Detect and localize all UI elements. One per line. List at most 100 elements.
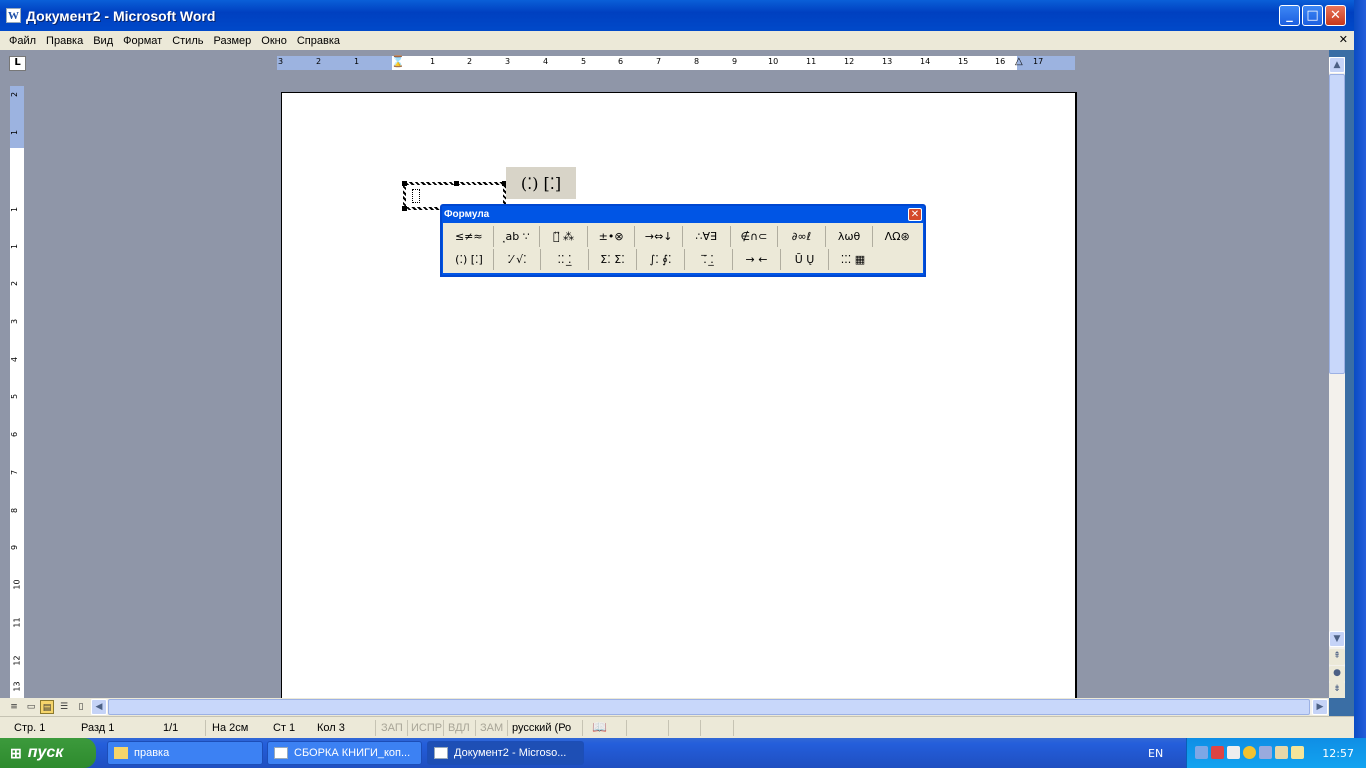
status-record[interactable]: ЗАП bbox=[381, 722, 403, 734]
indent-marker-icon[interactable]: ⌛ bbox=[391, 55, 405, 68]
fence-templates-button[interactable]: (⁚) [⁚] bbox=[445, 249, 494, 270]
status-overtype[interactable]: ЗАМ bbox=[480, 722, 503, 734]
maximize-button[interactable]: □ bbox=[1302, 5, 1323, 26]
ruler-label: 14 bbox=[920, 57, 931, 66]
document-close-icon[interactable]: ✕ bbox=[1339, 33, 1348, 46]
vertical-ruler[interactable]: 2 1 1 1 2 3 4 5 6 7 8 9 10 11 12 13 bbox=[10, 86, 24, 698]
resize-handle[interactable] bbox=[402, 206, 407, 211]
close-button[interactable]: ✕ bbox=[1325, 5, 1346, 26]
volume-icon[interactable] bbox=[1227, 746, 1240, 759]
relational-symbols-button[interactable]: ≤≠≈ bbox=[445, 226, 494, 247]
language-indicator[interactable]: EN bbox=[1148, 747, 1163, 760]
ruler-label: 1 bbox=[354, 57, 360, 66]
fraction-radical-templates-button[interactable]: ⁚⁄ √⁚ bbox=[494, 249, 541, 270]
taskbar-item-word-active[interactable]: Документ2 - Microso... bbox=[427, 741, 584, 765]
menu-window[interactable]: Окно bbox=[256, 35, 292, 47]
reading-layout-icon[interactable]: ▯ bbox=[74, 700, 88, 714]
menu-edit[interactable]: Правка bbox=[41, 35, 88, 47]
status-extend[interactable]: ВДЛ bbox=[448, 722, 470, 734]
security-alert-icon[interactable] bbox=[1211, 746, 1224, 759]
integral-templates-button[interactable]: ∫⁚ ∮⁚ bbox=[637, 249, 685, 270]
equation-input-slot[interactable] bbox=[412, 189, 420, 203]
matrix-templates-button[interactable]: ⁚⁚⁚ ▦ bbox=[829, 249, 877, 270]
network-icon[interactable] bbox=[1195, 746, 1208, 759]
ruler-label: 7 bbox=[656, 57, 662, 66]
resize-handle[interactable] bbox=[402, 181, 407, 186]
menu-view[interactable]: Вид bbox=[88, 35, 118, 47]
status-separator bbox=[582, 720, 583, 736]
products-set-theory-templates-button[interactable]: Ū Ų bbox=[781, 249, 829, 270]
status-separator bbox=[507, 720, 508, 736]
ruler-label: 11 bbox=[12, 617, 22, 628]
tab-stop-selector[interactable]: L bbox=[9, 56, 26, 71]
update-icon[interactable] bbox=[1259, 746, 1272, 759]
embellishments-button[interactable]: ⸼⃗⃖ ⁂ bbox=[540, 226, 588, 247]
antivirus-icon[interactable] bbox=[1243, 746, 1256, 759]
taskbar-item-label: СБОРКА КНИГИ_коп... bbox=[294, 747, 411, 759]
logical-symbols-button[interactable]: ∴∀∃ bbox=[683, 226, 731, 247]
scroll-left-icon[interactable]: ◀ bbox=[91, 699, 107, 715]
document-area: (⁚) [⁚] Формула ✕ ≤≠≈ ⸼ab ∵ ⸼⃗⃖ ⁂ ±•⊗ →⇔… bbox=[32, 76, 1329, 698]
outline-view-icon[interactable]: ☰ bbox=[57, 700, 71, 714]
underbar-overbar-templates-button[interactable]: ⁚̅ ⁚̲ bbox=[685, 249, 733, 270]
operator-symbols-button[interactable]: ±•⊗ bbox=[588, 226, 636, 247]
status-line: Ст 1 bbox=[273, 722, 296, 734]
misc-symbols-button[interactable]: ∂∞ℓ bbox=[778, 226, 826, 247]
clipboard-icon[interactable] bbox=[1291, 746, 1304, 759]
word-app-icon[interactable]: W bbox=[6, 8, 21, 23]
next-page-icon[interactable]: ⇟ bbox=[1329, 682, 1345, 698]
print-layout-icon[interactable]: ▤ bbox=[40, 700, 54, 714]
menu-style[interactable]: Стиль bbox=[167, 35, 208, 47]
ruler-label: 1 bbox=[430, 57, 436, 66]
menu-file[interactable]: Файл bbox=[4, 35, 41, 47]
ruler-label: 4 bbox=[543, 57, 549, 66]
select-browse-object-icon[interactable]: ● bbox=[1329, 666, 1345, 682]
scroll-down-icon[interactable]: ▼ bbox=[1329, 631, 1345, 647]
subscript-superscript-templates-button[interactable]: ⁚⁚ ⁚̲ bbox=[541, 249, 589, 270]
labeled-arrow-templates-button[interactable]: → ← bbox=[733, 249, 781, 270]
normal-view-icon[interactable]: ≡ bbox=[7, 700, 21, 714]
scroll-up-icon[interactable]: ▲ bbox=[1329, 57, 1345, 73]
summation-templates-button[interactable]: Σ⁚ Σ⁚ bbox=[589, 249, 637, 270]
formula-toolbar[interactable]: Формула ✕ ≤≠≈ ⸼ab ∵ ⸼⃗⃖ ⁂ ±•⊗ →⇔↓ ∴∀∃ ∉∩… bbox=[440, 204, 926, 277]
status-section: Разд 1 bbox=[81, 722, 115, 734]
menu-help[interactable]: Справка bbox=[292, 35, 345, 47]
greek-lowercase-button[interactable]: λωθ bbox=[826, 226, 874, 247]
horizontal-scroll-thumb[interactable] bbox=[108, 699, 1310, 715]
previous-page-icon[interactable]: ⇞ bbox=[1329, 649, 1345, 665]
vertical-scrollbar[interactable]: ▲ ▼ ⇞ ● ⇟ bbox=[1329, 57, 1345, 698]
ruler-label: 11 bbox=[806, 57, 817, 66]
user-icon[interactable] bbox=[1275, 746, 1288, 759]
web-view-icon[interactable]: ▭ bbox=[24, 700, 38, 714]
taskbar: ⊞ пуск правка СБОРКА КНИГИ_коп... Докуме… bbox=[0, 738, 1366, 768]
ruler-label: 12 bbox=[12, 655, 22, 666]
horizontal-ruler[interactable]: 3 2 1 ⌛ 1 2 3 4 5 6 7 8 9 10 11 12 13 14… bbox=[277, 55, 1075, 70]
set-theory-symbols-button[interactable]: ∉∩⊂ bbox=[731, 226, 779, 247]
spaces-ellipses-button[interactable]: ⸼ab ∵ bbox=[494, 226, 541, 247]
scroll-right-icon[interactable]: ▶ bbox=[1312, 699, 1328, 715]
start-button[interactable]: ⊞ пуск bbox=[0, 738, 96, 768]
title-bar[interactable]: W Документ2 - Microsoft Word _ □ ✕ bbox=[0, 0, 1354, 31]
arrow-symbols-button[interactable]: →⇔↓ bbox=[635, 226, 683, 247]
resize-handle[interactable] bbox=[454, 181, 459, 186]
word-doc-icon bbox=[274, 747, 288, 759]
status-language[interactable]: русский (Ро bbox=[512, 722, 571, 734]
formula-toolbar-title[interactable]: Формула bbox=[442, 206, 924, 223]
right-indent-marker-icon[interactable]: △ bbox=[1015, 56, 1023, 67]
spelling-status-icon[interactable]: 📖 bbox=[592, 720, 607, 734]
status-separator bbox=[626, 720, 627, 736]
document-page[interactable] bbox=[281, 92, 1077, 698]
horizontal-scrollbar[interactable]: ◀ ▶ bbox=[91, 699, 1328, 715]
floating-bracket-templates[interactable]: (⁚) [⁚] bbox=[506, 167, 576, 199]
taskbar-item-folder[interactable]: правка bbox=[107, 741, 263, 765]
menu-size[interactable]: Размер bbox=[208, 35, 256, 47]
vertical-scroll-thumb[interactable] bbox=[1329, 74, 1345, 374]
status-separator bbox=[700, 720, 701, 736]
minimize-button[interactable]: _ bbox=[1279, 5, 1300, 26]
menu-format[interactable]: Формат bbox=[118, 35, 167, 47]
taskbar-item-word-book[interactable]: СБОРКА КНИГИ_коп... bbox=[267, 741, 422, 765]
formula-toolbar-close-icon[interactable]: ✕ bbox=[908, 208, 922, 221]
greek-uppercase-button[interactable]: ΛΩ⊛ bbox=[873, 226, 921, 247]
status-track-changes[interactable]: ИСПР bbox=[411, 722, 442, 734]
clock[interactable]: 12:57 bbox=[1322, 747, 1354, 760]
